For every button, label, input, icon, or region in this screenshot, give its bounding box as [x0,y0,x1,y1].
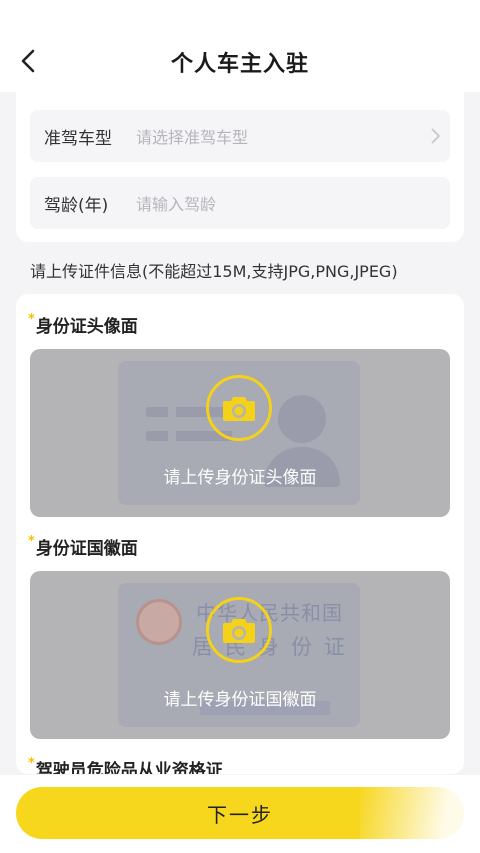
driving-years-field[interactable]: 驾龄(年) 请输入驾龄 [30,177,450,229]
driving-years-label: 驾龄(年) [44,195,109,216]
upload-prompt: 请上传身份证头像面 [163,468,317,488]
required-star: * [28,534,35,549]
id-back-upload[interactable]: 中华人民共和国 居民身份证 请上传身份证国徽面 [30,571,450,739]
upload-notice: 请上传证件信息(不能超过15M,支持JPG,PNG,JPEG) [30,262,398,281]
header-bar: 个人车主入驻 [0,0,480,92]
bottom-bar: 下一步 [0,775,480,853]
driver-info-card: 准驾车型 请选择准驾车型 驾龄(年) 请输入驾龄 [16,92,464,242]
license-type-placeholder: 请选择准驾车型 [136,128,249,147]
id-front-upload[interactable]: 请上传身份证头像面 [30,349,450,517]
license-type-label: 准驾车型 [44,128,112,149]
license-type-field[interactable]: 准驾车型 请选择准驾车型 [30,110,450,162]
id-front-title: *身份证头像面 [28,312,138,337]
required-star: * [28,756,35,771]
emblem-icon [136,599,182,645]
upload-prompt: 请上传身份证国徽面 [163,690,317,710]
page-title: 个人车主入驻 [170,52,309,77]
upload-card: *身份证头像面 请上传身份证头像面 *身份证国徽面 中华人民共和国 居民身份证 [16,294,464,774]
driving-years-input[interactable]: 请输入驾龄 [136,191,450,215]
hazmat-cert-title: *驾驶员危险品从业资格证 [28,756,223,774]
id-back-title: *身份证国徽面 [28,534,138,559]
chevron-right-icon [420,128,450,144]
required-star: * [28,312,35,327]
camera-icon [206,375,272,441]
camera-icon [206,597,272,663]
next-step-button[interactable]: 下一步 [16,787,464,839]
